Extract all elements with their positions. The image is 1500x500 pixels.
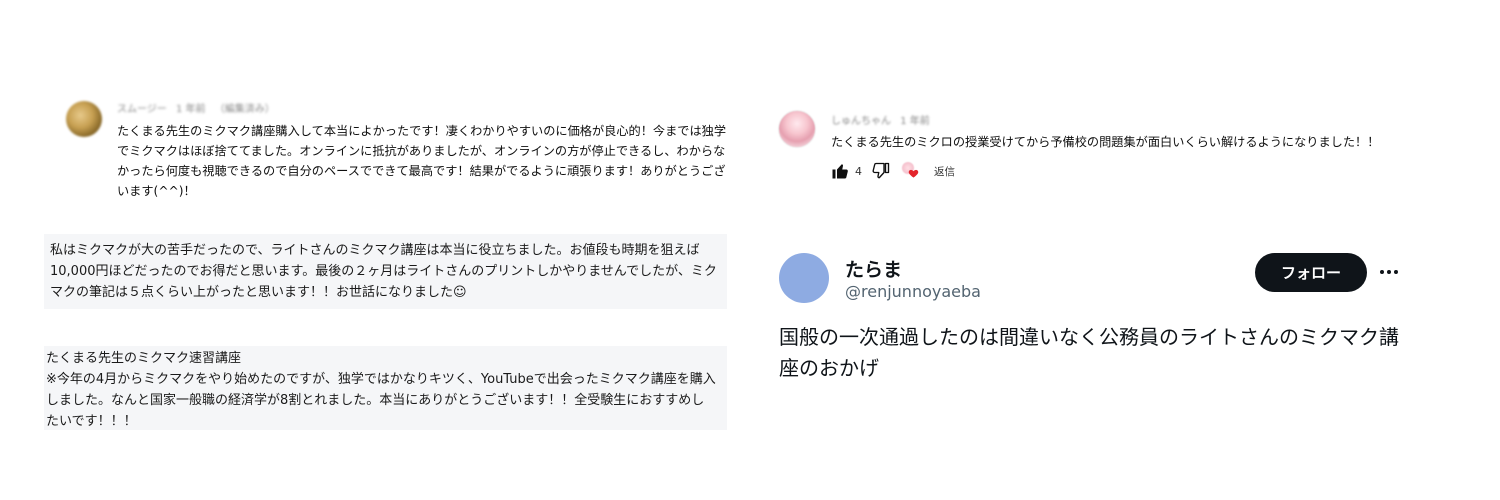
comment-time[interactable]: 1 年前 bbox=[900, 116, 930, 127]
comment-text: たくまる先生のミクマク講座購入して本当によかったです！凄くわかりやすいのに価格が… bbox=[117, 124, 727, 198]
comment-text: たくまる先生のミクロの授業受けてから予備校の問題集が面白いくらい解けるようになり… bbox=[831, 135, 1380, 149]
like-count: 4 bbox=[855, 164, 862, 178]
comment-author[interactable]: スムージー bbox=[117, 104, 167, 115]
thumbs-up-icon[interactable] bbox=[831, 162, 849, 180]
avatar[interactable] bbox=[779, 253, 829, 303]
review-title: たくまる先生のミクマク速習講座 bbox=[46, 351, 242, 366]
reply-button[interactable]: 返信 bbox=[934, 164, 955, 179]
creator-heart-icon bbox=[902, 162, 920, 180]
review-card: たくまる先生のミクマク速習講座 ※今年の4月からミクマクをやり始めたのですが、独… bbox=[44, 346, 727, 430]
comment-author[interactable]: しゅんちゃん bbox=[831, 116, 891, 127]
review-text: ※今年の4月からミクマクをやり始めたのですが、独学ではかなりキツく、YouTub… bbox=[46, 372, 716, 429]
comment-time[interactable]: 1 年前 bbox=[176, 104, 206, 115]
review-card: 私はミクマクが大の苦手だったので、ライトさんのミクマク講座は本当に役立ちました。… bbox=[44, 234, 727, 309]
follow-button[interactable]: フォロー bbox=[1255, 253, 1367, 292]
comment-actions: 4 返信 bbox=[831, 160, 955, 182]
comment-edited-flag: （編集済み） bbox=[214, 104, 275, 115]
avatar[interactable] bbox=[66, 101, 102, 137]
post-text: 国般の一次通過したのは間違いなく公務員のライトさんのミクマク講座のおかげ bbox=[779, 325, 1399, 380]
more-options-icon[interactable] bbox=[1378, 262, 1400, 282]
review-text: 私はミクマクが大の苦手だったので、ライトさんのミクマク講座は本当に役立ちました。… bbox=[50, 243, 717, 300]
comment-header: しゅんちゃん 1 年前 bbox=[831, 112, 936, 127]
comment-header: スムージー 1 年前 （編集済み） bbox=[117, 100, 281, 115]
avatar[interactable] bbox=[778, 110, 816, 148]
display-name[interactable]: たらま bbox=[845, 255, 902, 282]
user-handle[interactable]: @renjunnoyaeba bbox=[845, 282, 981, 301]
thumbs-down-icon[interactable] bbox=[872, 162, 890, 180]
